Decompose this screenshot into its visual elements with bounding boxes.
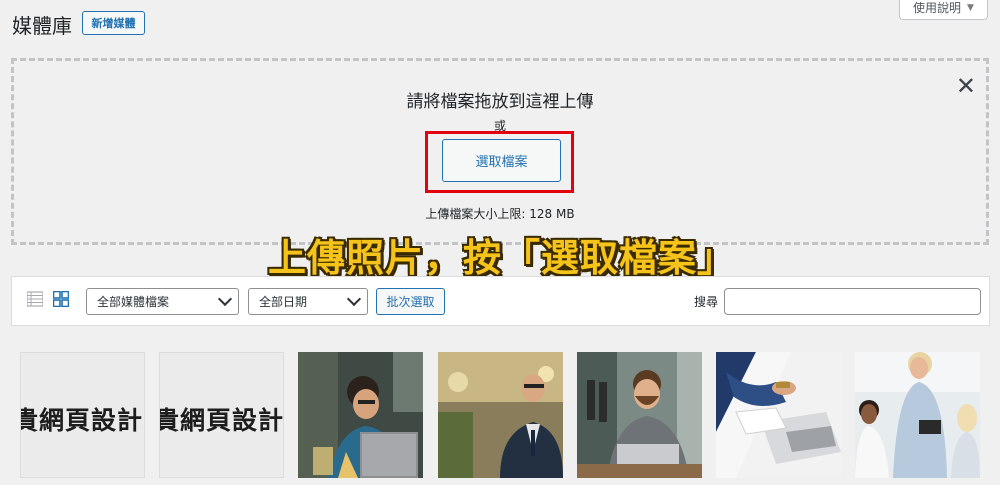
- thumbnail-text: 貴網頁設計: [20, 406, 144, 435]
- bulk-select-button[interactable]: 批次選取: [376, 288, 445, 315]
- search-input[interactable]: [724, 288, 981, 315]
- media-type-filter-value: 全部媒體檔案: [97, 295, 170, 309]
- chevron-down-icon: [217, 291, 233, 307]
- media-thumbnail[interactable]: [716, 352, 841, 478]
- list-view-icon[interactable]: [27, 291, 43, 307]
- media-thumbnail[interactable]: 貴網頁設計: [20, 352, 145, 478]
- tutorial-caption: 上傳照片，按「選取檔案」: [268, 236, 737, 280]
- date-filter[interactable]: 全部日期: [248, 288, 368, 315]
- caret-down-icon: ▼: [967, 2, 974, 13]
- date-filter-value: 全部日期: [259, 295, 308, 309]
- media-thumbnail[interactable]: [298, 352, 423, 478]
- chevron-down-icon: [346, 291, 362, 307]
- drop-instructions: 請將檔案拖放到這裡上傳: [406, 92, 594, 112]
- media-type-filter[interactable]: 全部媒體檔案: [86, 288, 239, 315]
- page-title: 媒體庫: [12, 14, 72, 38]
- media-thumbnail[interactable]: [855, 352, 980, 478]
- media-thumbnail[interactable]: [577, 352, 702, 478]
- search-label: 搜尋: [694, 295, 719, 309]
- help-label: 使用說明: [913, 1, 962, 15]
- media-thumbnail[interactable]: 貴網頁設計公: [159, 352, 284, 478]
- max-upload-size: 上傳檔案大小上限: 128 MB: [425, 207, 575, 221]
- media-thumbnail[interactable]: [438, 352, 563, 478]
- add-new-media-button[interactable]: 新增媒體: [82, 11, 145, 35]
- help-button[interactable]: 使用說明 ▼: [899, 0, 988, 20]
- select-files-button[interactable]: 選取檔案: [442, 139, 561, 182]
- grid-view-icon[interactable]: [53, 291, 69, 307]
- thumbnail-text: 貴網頁設計公: [159, 406, 284, 435]
